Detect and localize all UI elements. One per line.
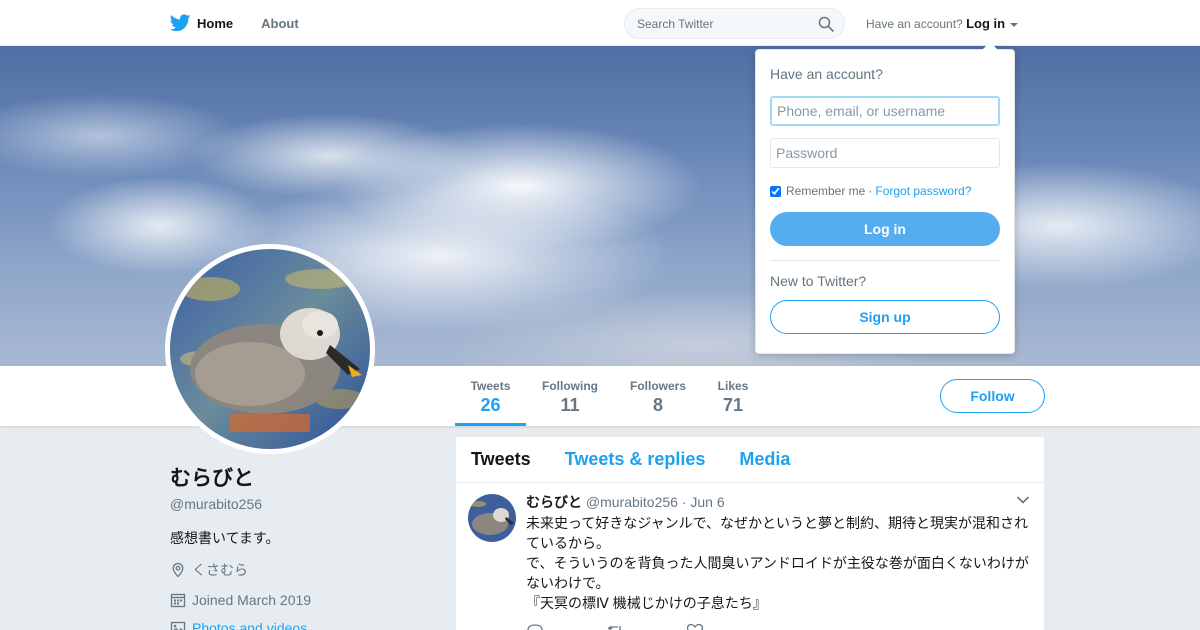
profile-avatar[interactable] xyxy=(165,244,375,454)
tweet-author-handle[interactable]: @murabito256 xyxy=(586,494,678,510)
account-prompt: Have an account? xyxy=(866,17,963,31)
stat-likes[interactable]: Likes 71 xyxy=(710,366,756,426)
forgot-password-link[interactable]: Forgot password? xyxy=(875,184,971,198)
profile-location-text: くさむら xyxy=(192,562,248,578)
profile-joined: Joined March 2019 xyxy=(170,592,430,608)
remember-me-checkbox[interactable] xyxy=(770,185,781,197)
profile-bio: 感想書いてます。 xyxy=(170,530,280,546)
photos-videos-link[interactable]: Photos and videos xyxy=(170,620,430,630)
profile-sidebar: むらびと @murabito256 感想書いてます。 くさむら Joined M… xyxy=(170,462,430,630)
retweet-icon[interactable] xyxy=(606,623,624,630)
top-navigation: Home About Have an account? Log in xyxy=(0,0,1200,46)
photo-icon xyxy=(170,621,186,630)
tweet-text: 未来史って好きなジャンルで、なぜかというと夢と制約、期待と現実が混和されているか… xyxy=(526,513,1036,613)
tweet-avatar[interactable] xyxy=(468,494,516,542)
tweet-text-line: 『天冥の標Ⅳ 機械じかけの子息たち』 xyxy=(526,595,767,611)
nav-about-label: About xyxy=(261,15,299,31)
tweet-text-line: で、そういうのを背負った人間臭いアンドロイドが主役な巻が面白くないわけがないわけ… xyxy=(526,555,1029,591)
profile-joined-text: Joined March 2019 xyxy=(192,592,312,608)
stat-following-label: Following xyxy=(542,379,598,393)
stat-tweets-value: 26 xyxy=(480,395,501,415)
profile-location: くさむら xyxy=(170,560,430,580)
tweet-date[interactable]: · Jun 6 xyxy=(682,494,725,510)
search-input[interactable] xyxy=(637,16,807,31)
duck-avatar-thumbnail xyxy=(468,494,516,542)
calendar-icon xyxy=(170,593,186,608)
tweet-text-line: 未来史って好きなジャンルで、なぜかというと夢と制約、期待と現実が混和されているか… xyxy=(526,515,1029,551)
tweet-item[interactable]: むらびと @murabito256 · Jun 6 未来史って好きなジャンルで、… xyxy=(456,483,1044,630)
profile-name[interactable]: むらびと xyxy=(170,462,430,492)
remember-row: Remember me · Forgot password? xyxy=(770,184,971,198)
dropdown-title: Have an account? xyxy=(770,66,883,82)
nav-home-label: Home xyxy=(197,15,234,31)
tab-tweets-replies[interactable]: Tweets & replies xyxy=(565,449,706,470)
chevron-down-icon[interactable] xyxy=(1016,495,1030,505)
nav-home[interactable]: Home xyxy=(170,14,233,32)
caret-down-icon xyxy=(1010,22,1019,27)
tab-tweets[interactable]: Tweets xyxy=(471,449,531,470)
stat-followers-value: 8 xyxy=(652,395,663,415)
stat-following-value: 11 xyxy=(560,395,580,415)
like-heart-icon[interactable] xyxy=(686,623,704,630)
nav-left: Home About xyxy=(170,0,327,46)
tweet-header: むらびと @murabito256 · Jun 6 xyxy=(526,492,1032,512)
search-box xyxy=(624,8,845,39)
login-link[interactable]: Log in xyxy=(966,16,1005,31)
stat-tweets[interactable]: Tweets 26 xyxy=(455,366,526,426)
login-dropdown: Have an account? Remember me · Forgot pa… xyxy=(755,42,1015,354)
separator-dot: · xyxy=(868,184,873,198)
stat-followers-label: Followers xyxy=(629,379,686,393)
remember-me-label[interactable]: Remember me xyxy=(786,184,865,198)
duck-avatar-image xyxy=(170,249,370,449)
photos-videos-label: Photos and videos xyxy=(192,620,308,630)
stat-tweets-label: Tweets xyxy=(470,379,511,393)
tweet-author-name[interactable]: むらびと xyxy=(526,494,582,510)
twitter-bird-icon xyxy=(170,14,191,32)
divider xyxy=(770,260,1000,261)
reply-icon[interactable] xyxy=(526,623,544,630)
login-button[interactable]: Log in xyxy=(770,212,1000,246)
location-pin-icon xyxy=(172,562,184,578)
search-icon[interactable] xyxy=(818,16,834,32)
stat-followers[interactable]: Followers 8 xyxy=(624,366,692,426)
signup-button[interactable]: Sign up xyxy=(770,300,1000,334)
new-to-twitter-text: New to Twitter? xyxy=(770,273,867,289)
profile-handle[interactable]: @murabito256 xyxy=(170,496,430,512)
stat-following[interactable]: Following 11 xyxy=(536,366,604,426)
stat-likes-value: 71 xyxy=(722,395,744,415)
timeline: Tweets Tweets & replies Media むらびと @mura… xyxy=(456,437,1044,630)
nav-about[interactable]: About xyxy=(261,16,299,31)
tab-media[interactable]: Media xyxy=(739,449,790,470)
follow-button[interactable]: Follow xyxy=(940,379,1045,413)
password-field[interactable] xyxy=(770,138,1000,168)
timeline-tabs: Tweets Tweets & replies Media xyxy=(456,437,1044,483)
account-login-toggle[interactable]: Have an account? Log in xyxy=(866,16,1019,31)
stat-likes-label: Likes xyxy=(717,379,749,393)
tweet-actions xyxy=(526,623,1032,630)
username-field[interactable] xyxy=(770,96,1000,126)
